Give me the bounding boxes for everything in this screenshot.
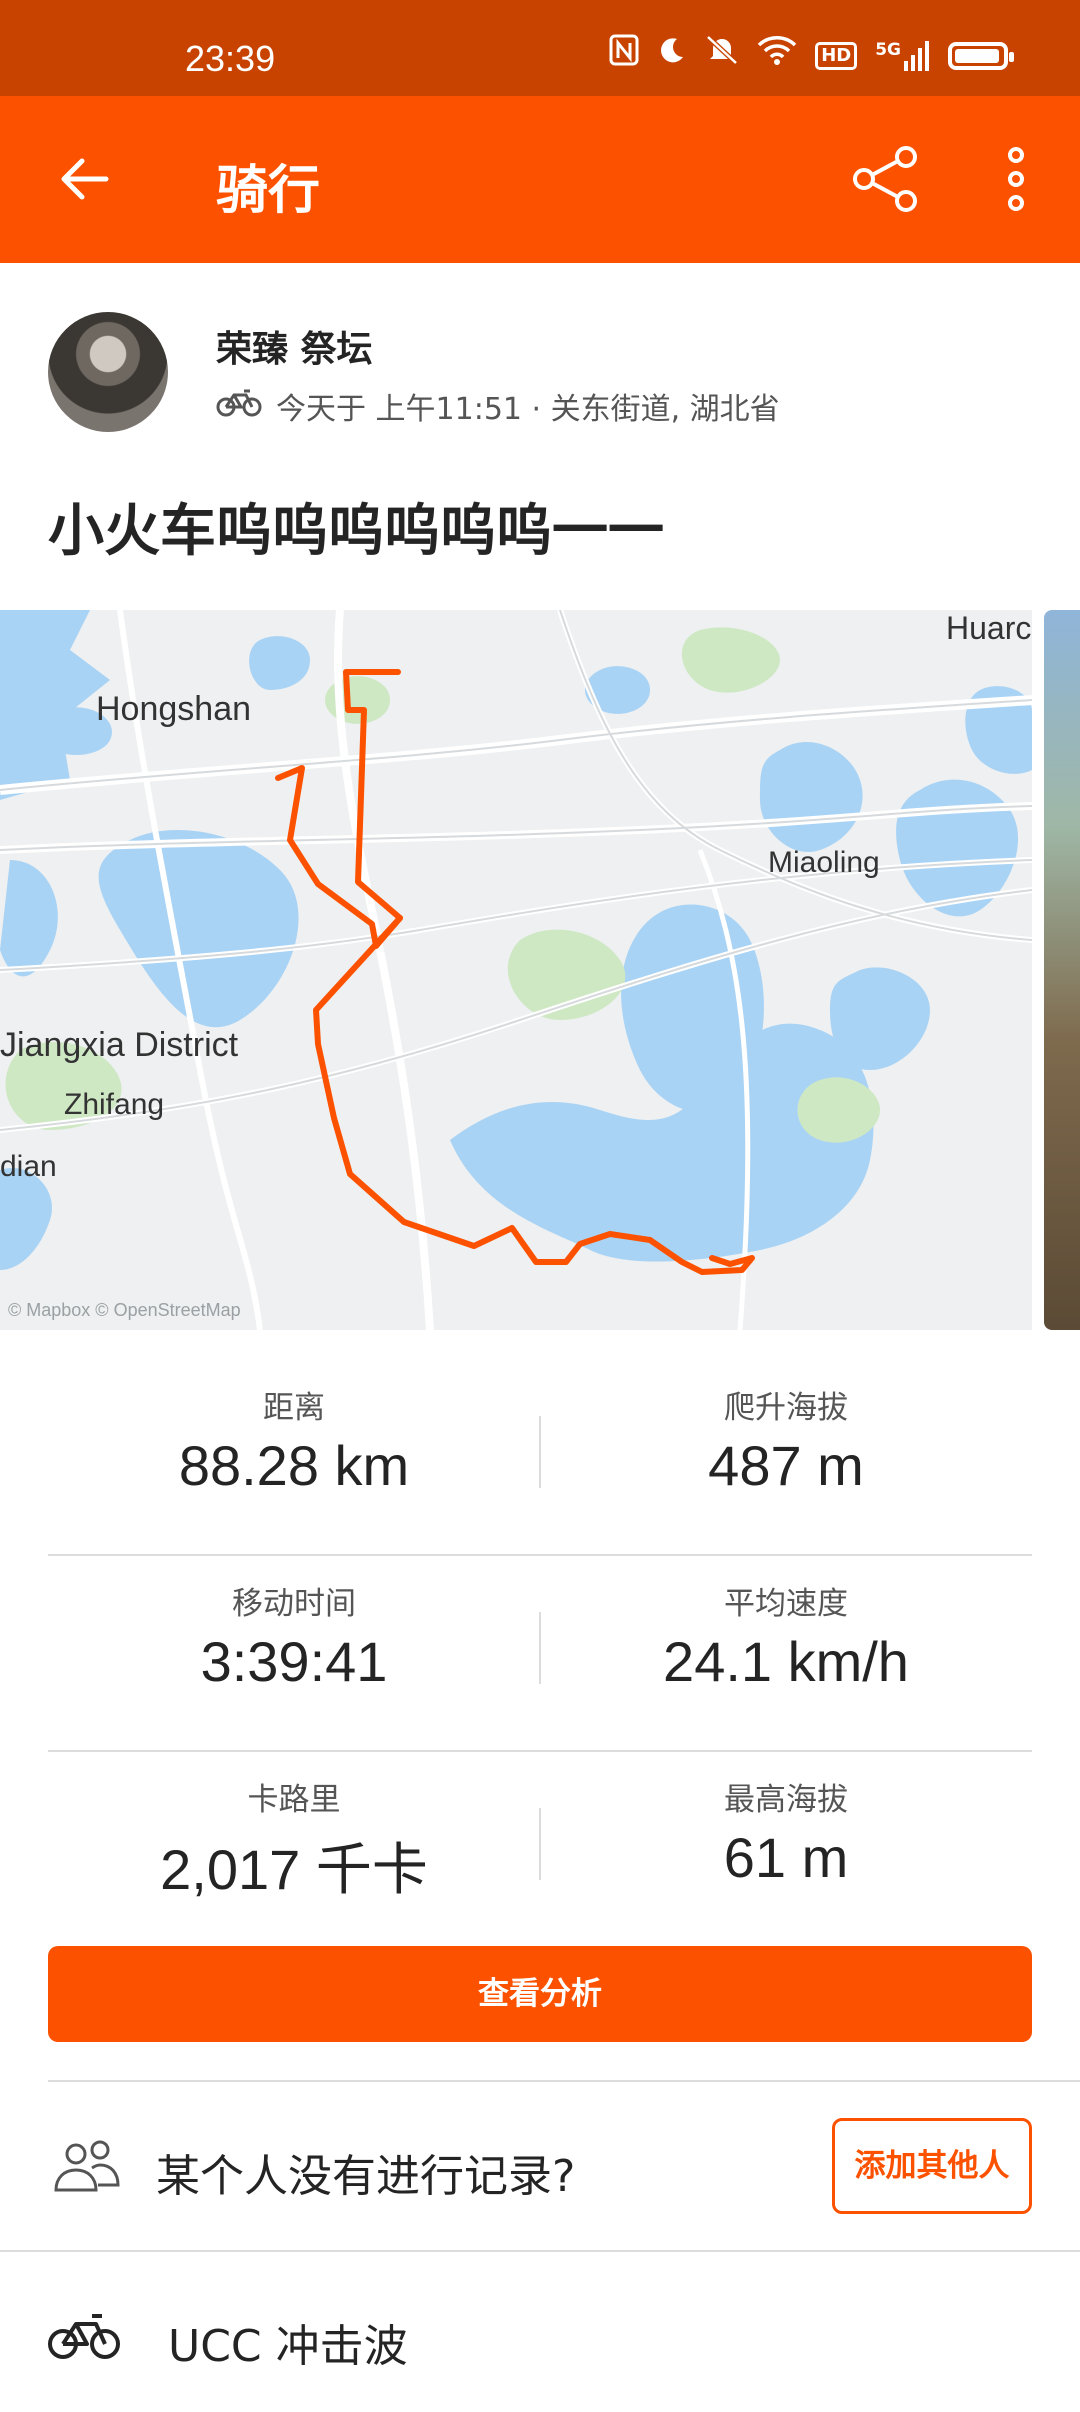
map-label-hongshan: Hongshan (96, 690, 252, 728)
divider (0, 2250, 1080, 2252)
activity-title: 小火车呜呜呜呜呜呜一一 (48, 499, 664, 564)
stat-label: 卡路里 (247, 1782, 341, 1818)
stat-max-elevation: 最高海拔 61 m (540, 1774, 1032, 1890)
stat-elevation-gain: 爬升海拔 487 m (540, 1382, 1032, 1498)
more-vertical-icon[interactable] (990, 143, 1042, 215)
stat-label: 移动时间 (232, 1586, 356, 1622)
stats-row: 卡路里 2,017 千卡 最高海拔 61 m (48, 1752, 1032, 1946)
page-title: 骑行 (216, 161, 321, 221)
stat-value: 61 m (723, 1826, 849, 1889)
people-icon (52, 2134, 120, 2202)
stats-row: 距离 88.28 km 爬升海拔 487 m (48, 1360, 1032, 1556)
bike-gear-icon (48, 2308, 120, 2362)
stat-value: 2,017 千卡 (160, 1838, 428, 1901)
missing-record-text: 某个人没有进行记录? (156, 2151, 576, 2202)
stats-grid: 距离 88.28 km 爬升海拔 487 m 移动时间 3:39:41 平均速度… (48, 1360, 1032, 1946)
network-type-label: 5G (875, 39, 901, 60)
view-analysis-button[interactable]: 查看分析 (48, 1946, 1032, 2042)
map-attribution[interactable]: © Mapbox © OpenStreetMap (8, 1300, 241, 1321)
bike-icon (216, 386, 262, 426)
activity-photo-thumbnail[interactable] (1044, 610, 1080, 1330)
battery-level (955, 48, 999, 63)
stat-distance: 距离 88.28 km (48, 1382, 540, 1498)
moon-icon (657, 35, 687, 76)
map-label-dian: dian (0, 1150, 57, 1183)
add-others-button[interactable]: 添加其他人 (832, 2118, 1032, 2214)
stat-value: 487 m (708, 1434, 864, 1497)
athlete-name[interactable]: 荣臻 祭坛 (216, 320, 373, 372)
signal-5g-icon: 5G (875, 39, 930, 71)
activity-meta-text: 今天于 上午11:51 · 关东街道, 湖北省 (276, 392, 780, 427)
stats-row: 移动时间 3:39:41 平均速度 24.1 km/h (48, 1556, 1032, 1752)
stat-avg-speed: 平均速度 24.1 km/h (540, 1578, 1032, 1694)
wifi-icon (757, 34, 797, 77)
stat-value: 88.28 km (178, 1434, 410, 1497)
stat-value: 3:39:41 (200, 1630, 388, 1693)
route-map[interactable]: Hongshan Miaoling Jiangxia District Zhif… (0, 610, 1032, 1330)
athlete-avatar[interactable] (48, 312, 168, 432)
arrow-left-icon[interactable] (56, 149, 116, 209)
status-icons: HD 5G (609, 34, 1014, 77)
stat-label: 爬升海拔 (724, 1390, 848, 1426)
share-icon[interactable] (850, 143, 922, 215)
mute-icon (705, 34, 739, 77)
nfc-icon (609, 34, 639, 77)
status-time: 23:39 (185, 38, 276, 79)
stat-value: 24.1 km/h (663, 1630, 909, 1693)
map-label-miaoling: Miaoling (768, 846, 880, 879)
stat-moving-time: 移动时间 3:39:41 (48, 1578, 540, 1694)
divider (48, 2080, 1080, 2082)
stat-label: 距离 (263, 1390, 325, 1426)
map-label-huarc: Huarc (946, 610, 1032, 646)
battery-icon (948, 41, 1014, 70)
hd-icon: HD (815, 41, 858, 70)
map-label-jiangxia: Jiangxia District (0, 1026, 239, 1064)
activity-meta: 今天于 上午11:51 · 关东街道, 湖北省 (216, 384, 780, 428)
map-label-zhifang: Zhifang (64, 1088, 165, 1121)
stat-label: 平均速度 (724, 1586, 848, 1622)
stat-calories: 卡路里 2,017 千卡 (48, 1774, 540, 1906)
app-bar: 骑行 (0, 96, 1080, 263)
status-bar: 23:39 HD 5G (0, 0, 1080, 96)
gear-name[interactable]: UCC 冲击波 (168, 2310, 408, 2374)
stat-label: 最高海拔 (724, 1782, 848, 1818)
